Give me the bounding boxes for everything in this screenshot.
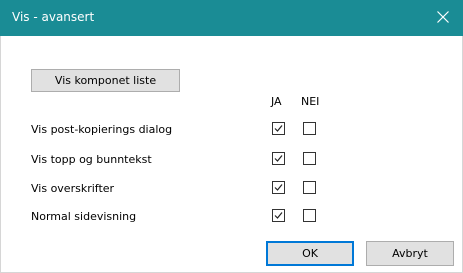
option-header-footer-no-checkbox[interactable]	[303, 152, 316, 165]
column-header-no: NEI	[301, 95, 320, 108]
checkmark-icon	[274, 212, 283, 219]
option-label-normal-page-view: Normal sidevisning	[31, 210, 137, 223]
option-label-headings: Vis overskrifter	[31, 182, 115, 195]
close-button[interactable]	[423, 0, 463, 36]
ok-button[interactable]: OK	[266, 241, 354, 266]
close-icon	[437, 11, 449, 23]
title-bar: Vis - avansert	[0, 0, 463, 36]
checkmark-icon	[274, 125, 283, 132]
option-header-footer-yes-checkbox[interactable]	[272, 152, 285, 165]
option-label-header-footer: Vis topp og bunntekst	[31, 153, 152, 166]
option-post-copy-dialog-no-checkbox[interactable]	[303, 122, 316, 135]
option-headings-no-checkbox[interactable]	[303, 181, 316, 194]
window-title: Vis - avansert	[12, 10, 95, 24]
ok-button-label: OK	[302, 247, 318, 260]
checkmark-icon	[274, 184, 283, 191]
column-header-yes: JA	[271, 95, 282, 108]
cancel-button-label: Avbryt	[392, 247, 428, 260]
option-post-copy-dialog-yes-checkbox[interactable]	[272, 122, 285, 135]
checkmark-icon	[274, 155, 283, 162]
cancel-button[interactable]: Avbryt	[366, 241, 454, 266]
option-normal-page-view-yes-checkbox[interactable]	[272, 209, 285, 222]
option-label-post-copy-dialog: Vis post-kopierings dialog	[31, 123, 173, 136]
option-headings-yes-checkbox[interactable]	[272, 181, 285, 194]
show-component-list-label: Vis komponet liste	[54, 74, 157, 87]
option-normal-page-view-no-checkbox[interactable]	[303, 209, 316, 222]
show-component-list-button[interactable]: Vis komponet liste	[31, 69, 180, 92]
